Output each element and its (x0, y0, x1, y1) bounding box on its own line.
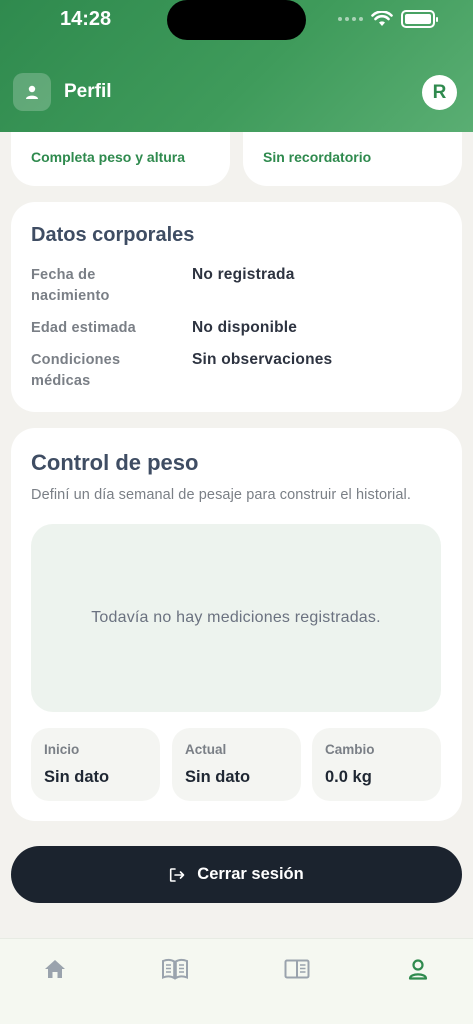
weight-control-card: Control de peso Definí un día semanal de… (11, 428, 462, 821)
stat-start-value: Sin dato (44, 768, 110, 786)
tab-bar (0, 938, 473, 1024)
tab-library[interactable] (161, 955, 189, 983)
complete-weight-link[interactable]: Completa peso y altura (31, 149, 185, 165)
birthdate-value: No registrada (192, 266, 295, 283)
dynamic-island (167, 0, 306, 40)
app-header: 14:28 Perfil R (0, 0, 473, 132)
status-icons (338, 10, 438, 28)
status-time: 14:28 (60, 8, 112, 30)
page-title: Perfil (64, 81, 112, 102)
stat-start: Inicio Sin dato (31, 728, 160, 801)
tab-profile[interactable] (404, 955, 432, 983)
empty-message: Todavía no hay mediciones registradas. (91, 609, 381, 626)
reminder-link[interactable]: Sin recordatorio (263, 149, 371, 165)
weight-chart-empty: Todavía no hay mediciones registradas. (31, 524, 441, 712)
signal-icon (338, 17, 363, 21)
home-icon (45, 960, 65, 978)
weight-title: Control de peso (31, 450, 199, 475)
stat-start-label: Inicio (44, 742, 80, 757)
logout-label: Cerrar sesión (197, 865, 304, 883)
user-icon (26, 85, 38, 99)
weight-subtitle: Definí un día semanal de pesaje para con… (31, 487, 411, 503)
stat-change: Cambio 0.0 kg (312, 728, 441, 801)
logout-icon (170, 867, 185, 882)
logout-button[interactable]: Cerrar sesión (11, 846, 462, 903)
tab-home[interactable] (41, 955, 69, 983)
reader-icon (284, 959, 310, 979)
profile-menu-button[interactable] (13, 73, 51, 111)
wifi-icon (371, 11, 393, 26)
body-data-title: Datos corporales (31, 224, 195, 246)
stat-change-label: Cambio (325, 742, 375, 757)
conditions-label: Condiciones médicas (31, 352, 121, 389)
conditions-value: Sin observaciones (192, 351, 333, 368)
body-data-card: Datos corporales Fecha de nacimiento No … (11, 202, 462, 412)
age-value: No disponible (192, 319, 298, 336)
open-book-icon (162, 958, 188, 980)
avatar[interactable]: R (422, 75, 457, 110)
battery-icon (401, 10, 438, 28)
stat-current: Actual Sin dato (172, 728, 301, 801)
tab-reader[interactable] (283, 955, 311, 983)
birthdate-label: Fecha de nacimiento (31, 267, 110, 304)
stat-current-value: Sin dato (185, 768, 251, 786)
stat-change-value: 0.0 kg (325, 768, 372, 786)
age-label: Edad estimada (31, 320, 136, 336)
profile-icon (408, 959, 428, 980)
stat-current-label: Actual (185, 742, 227, 757)
